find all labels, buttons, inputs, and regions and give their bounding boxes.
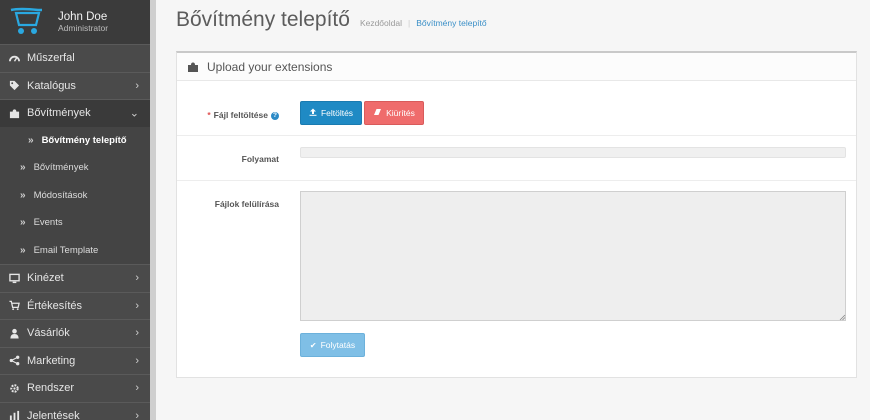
sidebar-subitem-events[interactable]: » Events <box>0 209 150 237</box>
share-icon <box>8 355 20 367</box>
file-upload-label: * Fájl feltöltése? <box>207 110 279 120</box>
panel-heading: Upload your extensions <box>177 53 856 81</box>
progress-label: Folyamat <box>241 154 279 164</box>
sidebar-subitem-email-template[interactable]: » Email Template <box>0 236 150 264</box>
resize-grip-icon[interactable] <box>839 314 846 321</box>
user-icon <box>8 327 20 339</box>
sidebar-subitem-label: Events <box>33 217 63 229</box>
chevron-right-icon: › <box>135 327 139 340</box>
main-content: Bővítmény telepítő Kezdőoldal | Bővítmén… <box>156 0 870 420</box>
chevron-down-icon: ⌄ <box>129 107 139 120</box>
puzzle-icon <box>188 62 198 72</box>
double-chevron-right-icon: » <box>28 134 34 146</box>
double-chevron-right-icon: » <box>20 217 26 229</box>
file-upload-row: * Fájl feltöltése? Feltöltés Kiürítés <box>177 81 856 136</box>
puzzle-icon <box>8 107 20 119</box>
cog-icon <box>8 382 20 394</box>
eraser-icon <box>373 108 382 118</box>
sidebar-item-label: Műszerfal <box>27 52 75 65</box>
cart-icon <box>8 300 20 312</box>
user-profile[interactable]: John Doe Administrator <box>0 0 150 44</box>
sidebar-subitem-label: Bővítmény telepítő <box>41 134 127 146</box>
continue-button[interactable]: ✔ Folytatás <box>300 333 365 357</box>
breadcrumb: Kezdőoldal | Bővítmény telepítő <box>360 18 487 28</box>
chevron-right-icon: › <box>135 79 139 92</box>
check-icon: ✔ <box>309 340 317 350</box>
user-role: Administrator <box>58 23 109 33</box>
upload-icon <box>309 108 317 118</box>
sidebar-subitem-label: Módosítások <box>33 189 88 201</box>
sidebar-item-design[interactable]: Kinézet › <box>0 264 150 292</box>
dashboard-icon <box>8 52 20 64</box>
clear-button[interactable]: Kiürítés <box>364 101 424 125</box>
chevron-right-icon: › <box>135 409 139 420</box>
overwrite-row: Fájlok felülírása ✔ Folytatás <box>177 181 856 378</box>
bar-chart-icon <box>8 410 20 420</box>
chevron-right-icon: › <box>135 299 139 312</box>
sidebar-subitem-label: Email Template <box>33 244 99 256</box>
sidebar-item-label: Vásárlók <box>27 327 70 340</box>
sidebar-item-label: Kinézet <box>27 272 64 285</box>
continue-button-label: Folytatás <box>320 340 356 350</box>
double-chevron-right-icon: » <box>20 189 26 201</box>
desktop-icon <box>8 272 20 284</box>
panel-title: Upload your extensions <box>207 59 333 74</box>
overwrite-label: Fájlok felülírása <box>214 199 279 209</box>
chevron-right-icon: › <box>135 354 139 367</box>
upload-button-label: Feltöltés <box>320 108 354 118</box>
breadcrumb-home-link[interactable]: Kezdőoldal <box>360 18 402 28</box>
sidebar-item-dashboard[interactable]: Műszerfal <box>0 44 150 72</box>
tag-icon <box>8 80 20 92</box>
sidebar-item-reports[interactable]: Jelentések › <box>0 401 150 420</box>
sidebar-item-extensions[interactable]: Bővítmények ⌄ <box>0 99 150 127</box>
sidebar-item-customers[interactable]: Vásárlók › <box>0 319 150 347</box>
progress-row: Folyamat <box>177 136 856 181</box>
sidebar: John Doe Administrator Műszerfal Katalóg… <box>0 0 150 420</box>
upload-panel: Upload your extensions * Fájl feltöltése?… <box>176 51 857 378</box>
sidebar-item-label: Jelentések <box>27 409 80 420</box>
chevron-right-icon: › <box>135 382 139 395</box>
breadcrumb-separator: | <box>408 18 411 28</box>
breadcrumb-current-link[interactable]: Bővítmény telepítő <box>416 18 486 28</box>
double-chevron-right-icon: » <box>20 162 26 174</box>
sidebar-item-system[interactable]: Rendszer › <box>0 374 150 402</box>
sidebar-item-catalog[interactable]: Katalógus › <box>0 71 150 100</box>
sidebar-item-label: Értékesítés <box>27 299 83 312</box>
required-marker: * <box>207 110 211 120</box>
sidebar-subitem-extensions[interactable]: » Bővítmények <box>0 154 150 182</box>
sidebar-item-marketing[interactable]: Marketing › <box>0 346 150 375</box>
clear-button-label: Kiürítés <box>386 108 415 118</box>
user-name: John Doe <box>58 11 108 23</box>
opencart-logo-icon <box>10 7 42 34</box>
sidebar-subitem-modifications[interactable]: » Módosítások <box>0 181 150 209</box>
chevron-right-icon: › <box>135 272 139 285</box>
help-icon[interactable]: ? <box>271 111 279 120</box>
progress-bar <box>300 147 846 158</box>
upload-button[interactable]: Feltöltés <box>300 101 362 125</box>
sidebar-item-label: Bővítmények <box>27 107 91 120</box>
sidebar-item-label: Katalógus <box>27 79 76 92</box>
sidebar-item-label: Rendszer <box>27 382 75 395</box>
sidebar-subitem-extension-installer[interactable]: » Bővítmény telepítő <box>0 126 150 154</box>
sidebar-subitem-label: Bővítmények <box>33 162 89 174</box>
file-upload-label-text: Fájl feltöltése <box>213 110 268 120</box>
page-header: Bővítmény telepítő Kezdőoldal | Bővítmén… <box>176 8 487 32</box>
sidebar-item-label: Marketing <box>27 354 76 367</box>
page-title: Bővítmény telepítő <box>176 8 350 31</box>
double-chevron-right-icon: » <box>20 244 26 256</box>
sidebar-item-sales[interactable]: Értékesítés › <box>0 291 150 320</box>
overwrite-files-textarea[interactable] <box>300 191 846 321</box>
